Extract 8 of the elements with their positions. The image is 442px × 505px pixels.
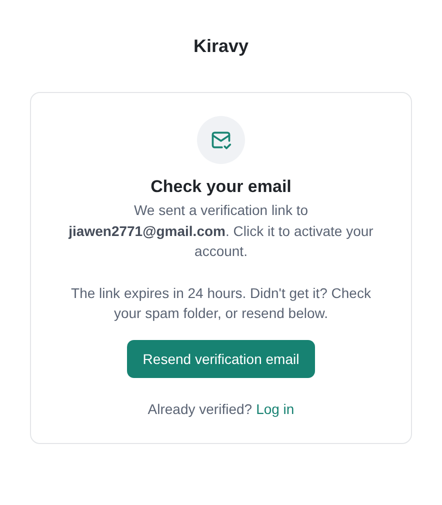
card-heading: Check your email: [150, 176, 292, 198]
resend-button[interactable]: Resend verification email: [126, 340, 316, 378]
login-link[interactable]: Log in: [256, 400, 294, 416]
brand-title: Kiravy: [193, 35, 249, 57]
note-text: The link expires in 24 hours. Didn't get it? Check your spam folder, or resend below.: [70, 284, 372, 323]
footer-text: Already verified?: [148, 400, 252, 416]
mail-check-icon: [197, 116, 245, 164]
message-text: We sent a verification link to jiawen2771@gmail.com. Click it to activate your account.: [67, 201, 374, 261]
